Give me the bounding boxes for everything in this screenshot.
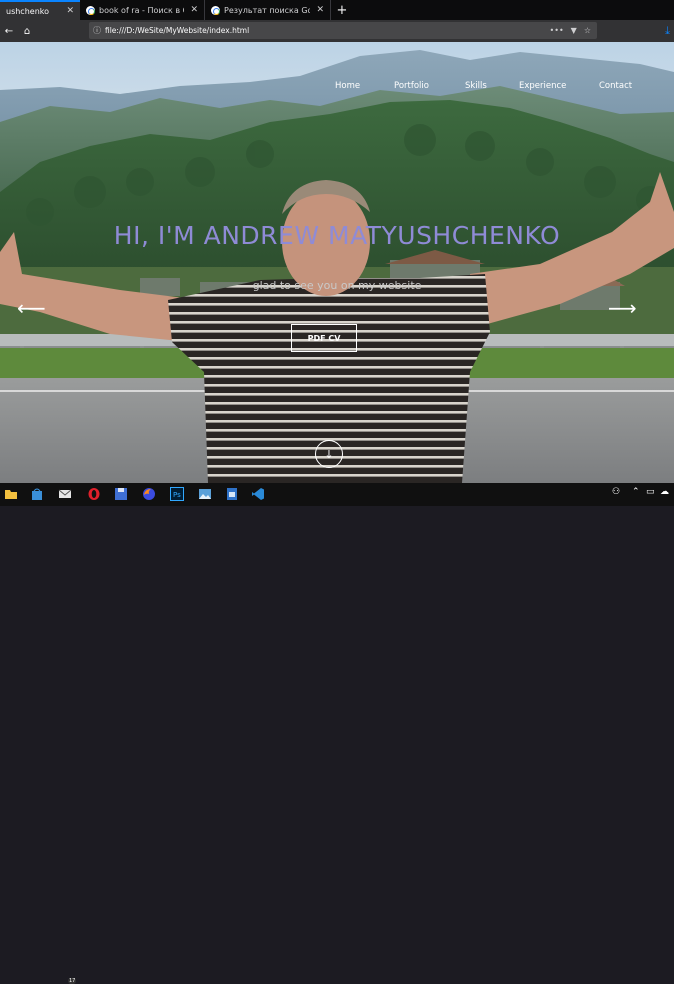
file-icon[interactable] [225, 487, 239, 501]
vscode-icon[interactable] [251, 487, 265, 501]
close-icon[interactable]: ✕ [316, 5, 324, 15]
close-icon[interactable]: ✕ [66, 6, 74, 16]
nav-bar: ← ⌂ ⓘ file:///D:/WeSite/MyWebsite/index.… [0, 20, 674, 42]
photoshop-icon[interactable]: Ps [170, 487, 184, 501]
tab-title: Результат поиска Google для [224, 5, 310, 15]
onedrive-cloud-icon[interactable]: ☁ [660, 487, 669, 497]
save-icon[interactable] [114, 487, 128, 501]
nav-home[interactable]: Home [335, 81, 360, 91]
folder-icon[interactable] [4, 487, 18, 501]
pdf-cv-button[interactable]: PDF CV [291, 324, 357, 352]
chevron-up-icon[interactable]: ⌃ [632, 487, 640, 497]
people-icon[interactable]: ⚇ [612, 487, 620, 497]
network-icon[interactable]: ▭ [646, 487, 655, 497]
url-text[interactable]: file:///D:/WeSite/MyWebsite/index.html [105, 26, 550, 35]
tab-title: ushchenko [6, 6, 50, 16]
taskbar: 17 Ps ⚇ ⌃ ▭ ☁ [0, 483, 674, 984]
close-icon[interactable]: ✕ [190, 5, 198, 15]
slider-next-arrow-icon[interactable]: ⟶ [608, 296, 637, 320]
google-icon [211, 5, 220, 15]
nav-portfolio[interactable]: Portfolio [394, 81, 429, 91]
tab-current[interactable]: ushchenko ✕ [0, 0, 80, 20]
back-icon[interactable]: ← [0, 26, 18, 37]
firefox-icon[interactable] [142, 487, 156, 501]
info-icon[interactable]: ⓘ [89, 25, 105, 36]
pocket-icon[interactable]: ▼ [571, 26, 577, 35]
more-actions-icon[interactable]: ••• [550, 26, 564, 35]
hero-subtitle: glad to see you on my website [252, 279, 422, 292]
nav-skills[interactable]: Skills [465, 81, 487, 91]
mail-icon[interactable] [58, 487, 72, 501]
tab-strip: ushchenko ✕ book of ra - Поиск в Google … [0, 0, 674, 20]
scroll-down-icon[interactable]: ↓ [315, 440, 343, 468]
bookmark-star-icon[interactable]: ☆ [584, 26, 591, 35]
nav-experience[interactable]: Experience [519, 81, 566, 91]
store-icon[interactable] [30, 487, 44, 501]
nav-contact[interactable]: Contact [599, 81, 632, 91]
hero-title: HI, I'M ANDREW MATYUSHCHENKO [113, 221, 561, 250]
new-tab-button[interactable]: + [331, 0, 353, 20]
svg-text:Ps: Ps [173, 491, 181, 499]
home-icon[interactable]: ⌂ [18, 26, 36, 37]
mail-badge: 17 [68, 978, 77, 984]
photos-icon[interactable] [198, 487, 212, 501]
google-icon [86, 5, 95, 15]
slider-prev-arrow-icon[interactable]: ⟵ [17, 296, 46, 320]
tab-google-results[interactable]: Результат поиска Google для ✕ [205, 0, 331, 20]
tab-google-search[interactable]: book of ra - Поиск в Google ✕ [80, 0, 205, 20]
url-bar[interactable]: ⓘ file:///D:/WeSite/MyWebsite/index.html… [89, 22, 597, 39]
opera-icon[interactable] [87, 487, 101, 501]
tab-title: book of ra - Поиск в Google [99, 5, 184, 15]
page-viewport: Home Portfolio Skills Experience Contact… [0, 42, 674, 483]
hero-background-photo [0, 42, 674, 483]
download-icon[interactable]: ⤓ [665, 24, 670, 38]
